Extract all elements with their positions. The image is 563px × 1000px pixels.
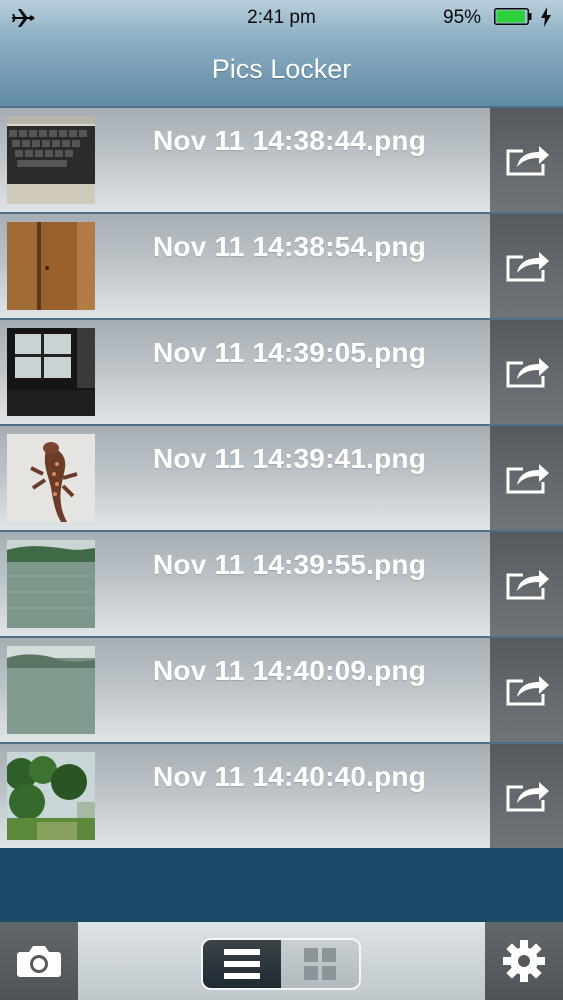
battery-percent: 95%: [443, 7, 482, 28]
list-item[interactable]: Nov 11 14:38:54.png: [0, 212, 563, 318]
share-button[interactable]: [490, 320, 563, 424]
room-window-photo-thumbnail[interactable]: [7, 328, 95, 416]
file-name[interactable]: Nov 11 14:40:09.png: [153, 655, 426, 687]
file-list: Nov 11 14:38:44.png Nov 11 14:38:54.png: [0, 106, 563, 848]
file-name[interactable]: Nov 11 14:40:40.png: [153, 761, 426, 793]
file-name[interactable]: Nov 11 14:38:44.png: [153, 125, 426, 157]
wooden-door-photo-thumbnail[interactable]: [7, 222, 95, 310]
lizard-photo-thumbnail[interactable]: [7, 434, 95, 522]
list-item[interactable]: Nov 11 14:40:09.png: [0, 636, 563, 742]
view-mode-toggle: [201, 938, 361, 990]
list-item[interactable]: Nov 11 14:40:40.png: [0, 742, 563, 848]
list-item[interactable]: Nov 11 14:39:41.png: [0, 424, 563, 530]
share-button[interactable]: [490, 532, 563, 636]
list-view-button[interactable]: [203, 940, 281, 988]
bottom-toolbar: [0, 922, 563, 1000]
file-name[interactable]: Nov 11 14:39:55.png: [153, 549, 426, 581]
battery-icon: [494, 8, 532, 25]
share-button[interactable]: [490, 744, 563, 848]
status-bar: 2:41 pm 95%: [0, 0, 563, 36]
share-button[interactable]: [490, 638, 563, 742]
share-icon: [506, 146, 549, 176]
share-button[interactable]: [490, 426, 563, 530]
list-item[interactable]: Nov 11 14:39:05.png: [0, 318, 563, 424]
share-icon: [506, 358, 549, 388]
keyboard-photo-thumbnail[interactable]: [7, 116, 95, 204]
share-button[interactable]: [490, 108, 563, 212]
share-button[interactable]: [490, 214, 563, 318]
file-name[interactable]: Nov 11 14:39:05.png: [153, 337, 426, 369]
share-icon: [506, 464, 549, 494]
settings-button[interactable]: [485, 922, 563, 1000]
file-name[interactable]: Nov 11 14:38:54.png: [153, 231, 426, 263]
grid-view-button[interactable]: [281, 940, 359, 988]
grid-view-icon: [304, 948, 336, 980]
page-title: Pics Locker: [211, 54, 352, 84]
header: 2:41 pm 95% Pics Locker: [0, 0, 563, 106]
list-item[interactable]: Nov 11 14:38:44.png: [0, 106, 563, 212]
charging-bolt-icon: [541, 7, 551, 27]
garden-trees-photo-thumbnail[interactable]: [7, 752, 95, 840]
file-name[interactable]: Nov 11 14:39:41.png: [153, 443, 426, 475]
gear-icon: [503, 940, 545, 982]
lake-hills-photo-thumbnail[interactable]: [7, 646, 95, 734]
share-icon: [506, 252, 549, 282]
camera-button[interactable]: [0, 922, 78, 1000]
share-icon: [506, 676, 549, 706]
share-icon: [506, 782, 549, 812]
list-item[interactable]: Nov 11 14:39:55.png: [0, 530, 563, 636]
lake-photo-thumbnail[interactable]: [7, 540, 95, 628]
share-icon: [506, 570, 549, 600]
list-view-icon: [224, 949, 260, 979]
camera-icon: [17, 946, 61, 977]
